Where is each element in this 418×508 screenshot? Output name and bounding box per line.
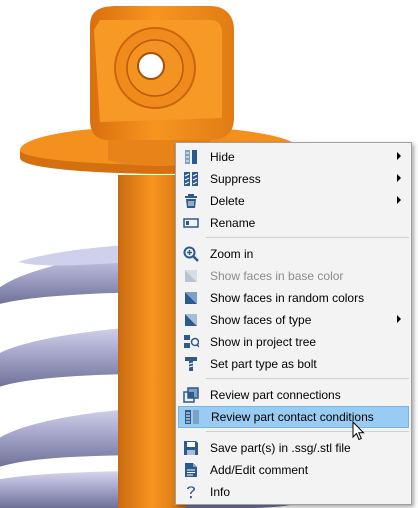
menu-item-review-part-contact-conditions[interactable]: Review part contact conditions (178, 406, 409, 428)
menu-item-label: Show faces in base color (210, 269, 344, 283)
menu-separator (206, 237, 409, 238)
menu-item-label: Review part connections (210, 388, 341, 402)
menu-item-label: Save part(s) in .ssg/.stl file (210, 441, 351, 455)
submenu-arrow-icon (397, 315, 401, 323)
save-icon (184, 441, 198, 455)
menu-separator (206, 431, 409, 432)
menu-item-label: Show in project tree (210, 335, 317, 349)
faces-of-type-icon (185, 314, 197, 326)
suppress-icon (184, 172, 198, 186)
menu-separator (206, 378, 409, 379)
menu-item-label: Review part contact conditions (211, 410, 374, 424)
mouse-cursor-icon (352, 421, 365, 441)
menu-item-save-parts[interactable]: Save part(s) in .ssg/.stl file (178, 437, 409, 459)
menu-item-label: Info (210, 485, 231, 499)
part-connections-icon (183, 387, 199, 403)
menu-item-delete[interactable]: Delete (178, 190, 409, 212)
menu-item-label: Add/Edit comment (210, 463, 309, 477)
menu-item-suppress[interactable]: Suppress (178, 168, 409, 190)
menu-item-info[interactable]: Info (178, 481, 409, 503)
rename-icon (183, 218, 199, 228)
menu-item-show-faces-base-color[interactable]: Show faces in base color (178, 265, 409, 287)
context-menu: Hide Suppress Delete Rename Zoom in Show… (175, 142, 412, 505)
menu-item-show-in-project-tree[interactable]: Show in project tree (178, 331, 409, 353)
info-icon (187, 486, 195, 499)
menu-item-show-faces-of-type[interactable]: Show faces of type (178, 309, 409, 331)
menu-item-set-part-type-bolt[interactable]: Set part type as bolt (178, 353, 409, 375)
menu-item-hide[interactable]: Hide (178, 146, 409, 168)
menu-item-label: Rename (210, 216, 256, 230)
delete-icon (185, 194, 197, 208)
bolt-icon (185, 357, 197, 371)
project-tree-icon (184, 335, 199, 348)
menu-item-label: Hide (210, 150, 235, 164)
faces-random-colors-icon (185, 292, 197, 304)
comment-icon (185, 463, 197, 477)
contact-conditions-icon (185, 410, 199, 424)
submenu-arrow-icon (397, 196, 401, 204)
menu-item-label: Show faces of type (210, 313, 312, 327)
menu-item-label: Delete (210, 194, 245, 208)
menu-item-label: Show faces in random colors (210, 291, 365, 305)
menu-item-show-faces-random-colors[interactable]: Show faces in random colors (178, 287, 409, 309)
submenu-arrow-icon (397, 152, 401, 160)
zoom-in-icon (183, 246, 199, 262)
faces-base-color-icon (185, 270, 197, 282)
menu-item-review-part-connections[interactable]: Review part connections (178, 384, 409, 406)
menu-item-rename[interactable]: Rename (178, 212, 409, 234)
menu-item-zoom-in[interactable]: Zoom in (178, 243, 409, 265)
submenu-arrow-icon (397, 174, 401, 182)
menu-item-label: Suppress (210, 172, 261, 186)
menu-item-add-edit-comment[interactable]: Add/Edit comment (178, 459, 409, 481)
menu-item-label: Zoom in (210, 247, 254, 261)
menu-item-label: Set part type as bolt (210, 357, 317, 371)
hide-icon (185, 150, 197, 164)
